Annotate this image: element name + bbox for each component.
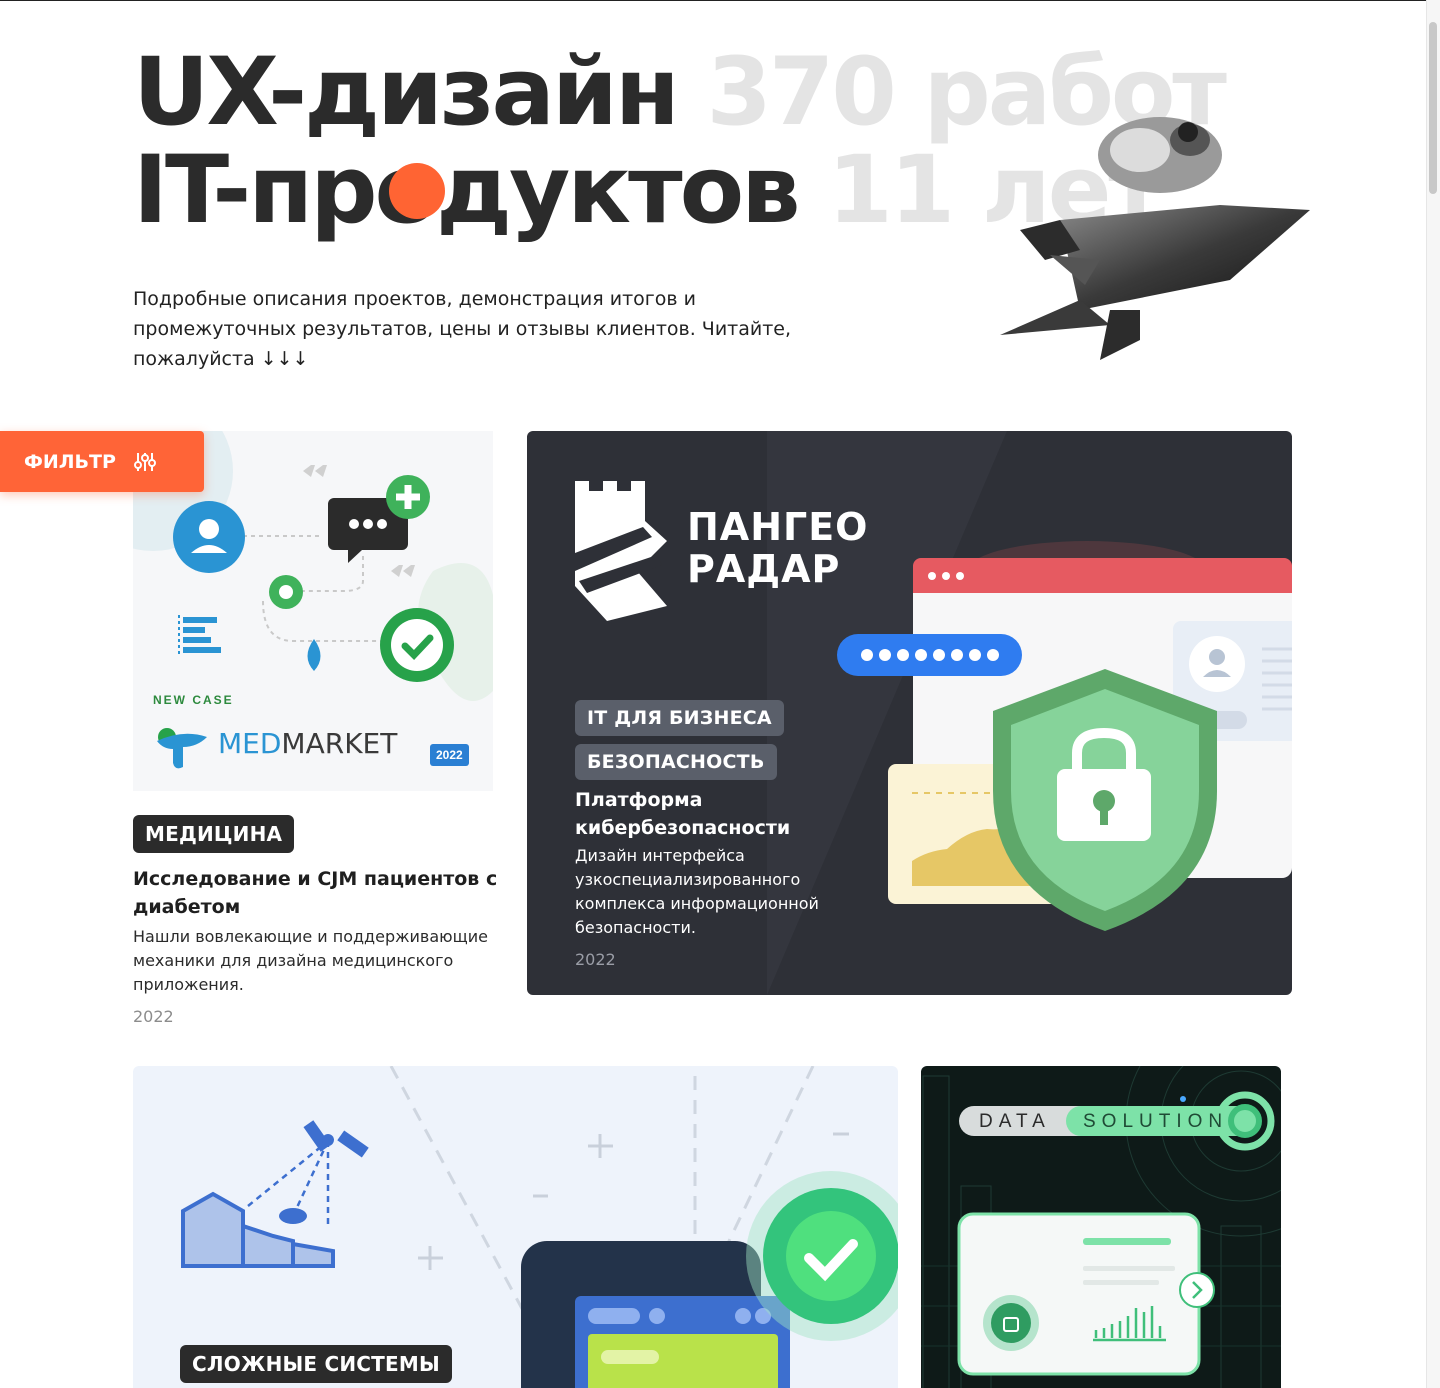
drop-icon bbox=[307, 639, 321, 671]
page-scrollbar[interactable] bbox=[1426, 0, 1440, 1388]
sliders-icon bbox=[133, 452, 156, 471]
tag-complex-systems[interactable]: СЛОЖНЫЕ СИСТЕМЫ bbox=[180, 1345, 452, 1383]
hero-title-main-1: UX-дизайн bbox=[133, 38, 680, 147]
tag-it-business[interactable]: IT ДЛЯ БИЗНЕСА bbox=[575, 700, 784, 736]
chat-bubble-icon bbox=[328, 475, 430, 563]
pangeo-card-title[interactable]: Платформа кибербезопасности bbox=[575, 786, 875, 842]
scrollbar-thumb[interactable] bbox=[1429, 22, 1437, 194]
tag-medicine[interactable]: МЕДИЦИНА bbox=[133, 815, 295, 853]
complex-systems-tag-wrap: СЛОЖНЫЕ СИСТЕМЫ bbox=[180, 1345, 452, 1383]
data-solution-logo-solution: SOLUTION bbox=[1083, 1111, 1229, 1132]
pangeo-card-year: 2022 bbox=[575, 950, 616, 969]
medmarket-card-year: 2022 bbox=[133, 1007, 174, 1026]
pangeo-card-info: IT ДЛЯ БИЗНЕСА БЕЗОПАСНОСТЬ Платформа ки… bbox=[575, 700, 875, 969]
checkmark-circle-icon bbox=[380, 608, 454, 682]
medmarket-logo-text: MEDMARKET bbox=[218, 727, 398, 760]
complex-systems-card[interactable]: СЛОЖНЫЕ СИСТЕМЫ bbox=[133, 1066, 898, 1388]
data-solution-card[interactable]: DATA SOLUTION bbox=[921, 1066, 1281, 1388]
pangeo-card-description: Дизайн интерфейса узкоспециализированног… bbox=[575, 846, 819, 937]
new-case-label: NEW CASE bbox=[153, 693, 234, 707]
hero-subtitle: Подробные описания проектов, демонстраци… bbox=[133, 288, 792, 370]
user-icon bbox=[173, 501, 245, 573]
top-border bbox=[0, 0, 1440, 1]
tag-security[interactable]: БЕЗОПАСНОСТЬ bbox=[575, 744, 777, 780]
medmarket-card-title[interactable]: Исследование и CJM пациентов с диабетом bbox=[133, 865, 503, 921]
year-badge: 2022 bbox=[430, 744, 469, 766]
list-chart-icon bbox=[178, 615, 221, 657]
medmarket-logo-icon bbox=[157, 728, 207, 769]
medmarket-card-info: МЕДИЦИНА Исследование и CJM пациентов с … bbox=[133, 815, 503, 1026]
pangeo-logo-text: ПАНГЕО РАДАР bbox=[687, 505, 869, 591]
orange-dot-accent bbox=[389, 163, 445, 219]
medmarket-card-description: Нашли вовлекающие и поддерживающие механ… bbox=[133, 927, 488, 994]
data-solution-logo-data: DATA bbox=[979, 1111, 1051, 1132]
filter-button[interactable]: ФИЛЬТР bbox=[0, 431, 204, 492]
hero-title-main-2: IT-продуктов bbox=[133, 136, 801, 245]
filter-label: ФИЛЬТР bbox=[24, 450, 116, 473]
rocket-dog-illustration bbox=[1000, 117, 1310, 360]
clock-icon bbox=[269, 575, 303, 609]
